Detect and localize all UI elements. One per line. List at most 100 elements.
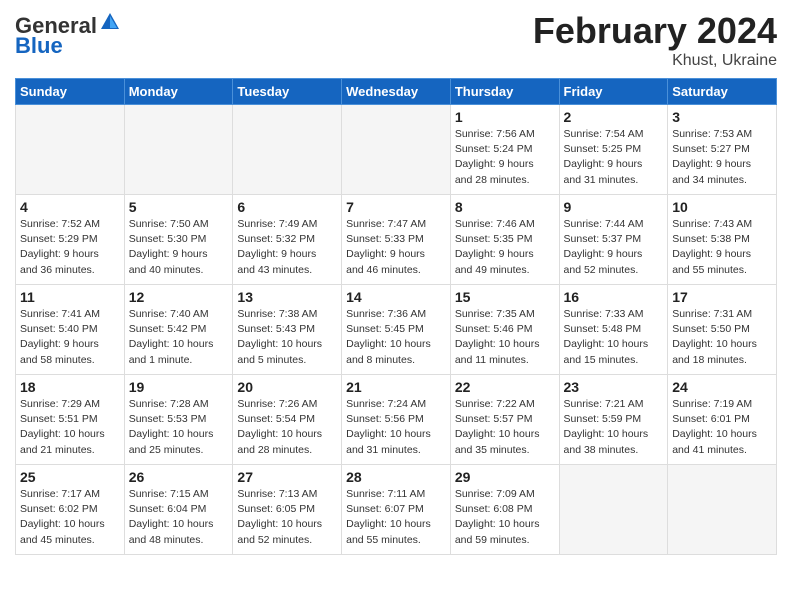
calendar-cell: 18 Sunrise: 7:29 AM Sunset: 5:51 PM Dayli… (16, 375, 125, 465)
day-number: 20 (237, 379, 337, 395)
day-info: Sunrise: 7:15 AM Sunset: 6:04 PM Dayligh… (129, 487, 229, 548)
day-info: Sunrise: 7:44 AM Sunset: 5:37 PM Dayligh… (564, 217, 664, 278)
day-info: Sunrise: 7:26 AM Sunset: 5:54 PM Dayligh… (237, 397, 337, 458)
day-info: Sunrise: 7:11 AM Sunset: 6:07 PM Dayligh… (346, 487, 446, 548)
calendar-cell: 6 Sunrise: 7:49 AM Sunset: 5:32 PM Daylig… (233, 195, 342, 285)
day-info: Sunrise: 7:56 AM Sunset: 5:24 PM Dayligh… (455, 127, 555, 188)
calendar-cell (124, 105, 233, 195)
calendar-cell: 16Sunrise: 7:33 AM Sunset: 5:48 PM Dayli… (559, 285, 668, 375)
day-info: Sunrise: 7:29 AM Sunset: 5:51 PM Dayligh… (20, 397, 120, 458)
day-number: 3 (672, 109, 772, 125)
day-number: 18 (20, 379, 120, 395)
day-info: Sunrise: 7:41 AM Sunset: 5:40 PM Dayligh… (20, 307, 120, 368)
calendar-cell: 24 Sunrise: 7:19 AM Sunset: 6:01 PM Dayli… (668, 375, 777, 465)
calendar-cell: 3 Sunrise: 7:53 AM Sunset: 5:27 PM Daylig… (668, 105, 777, 195)
day-number: 21 (346, 379, 446, 395)
day-number: 24 (672, 379, 772, 395)
day-info: Sunrise: 7:22 AM Sunset: 5:57 PM Dayligh… (455, 397, 555, 458)
day-info: Sunrise: 7:52 AM Sunset: 5:29 PM Dayligh… (20, 217, 120, 278)
calendar-cell: 4 Sunrise: 7:52 AM Sunset: 5:29 PM Daylig… (16, 195, 125, 285)
calendar-week-3: 11 Sunrise: 7:41 AM Sunset: 5:40 PM Dayli… (16, 285, 777, 375)
calendar-cell: 7 Sunrise: 7:47 AM Sunset: 5:33 PM Daylig… (342, 195, 451, 285)
calendar-cell: 29Sunrise: 7:09 AM Sunset: 6:08 PM Dayli… (450, 465, 559, 555)
calendar-cell: 10 Sunrise: 7:43 AM Sunset: 5:38 PM Dayli… (668, 195, 777, 285)
day-info: Sunrise: 7:17 AM Sunset: 6:02 PM Dayligh… (20, 487, 120, 548)
calendar-cell: 19 Sunrise: 7:28 AM Sunset: 5:53 PM Dayli… (124, 375, 233, 465)
calendar-cell (342, 105, 451, 195)
day-info: Sunrise: 7:13 AM Sunset: 6:05 PM Dayligh… (237, 487, 337, 548)
day-header-sunday: Sunday (16, 79, 125, 105)
day-header-thursday: Thursday (450, 79, 559, 105)
title-block: February 2024 Khust, Ukraine (533, 10, 777, 70)
calendar-cell: 8 Sunrise: 7:46 AM Sunset: 5:35 PM Daylig… (450, 195, 559, 285)
day-number: 2 (564, 109, 664, 125)
day-number: 5 (129, 199, 229, 215)
day-number: 25 (20, 469, 120, 485)
day-info: Sunrise: 7:09 AM Sunset: 6:08 PM Dayligh… (455, 487, 555, 548)
calendar-title: February 2024 (533, 10, 777, 52)
logo: General Blue (15, 14, 121, 58)
calendar-cell: 22 Sunrise: 7:22 AM Sunset: 5:57 PM Dayli… (450, 375, 559, 465)
day-info: Sunrise: 7:28 AM Sunset: 5:53 PM Dayligh… (129, 397, 229, 458)
day-number: 4 (20, 199, 120, 215)
day-number: 22 (455, 379, 555, 395)
day-info: Sunrise: 7:33 AM Sunset: 5:48 PM Dayligh… (564, 307, 664, 368)
day-header-monday: Monday (124, 79, 233, 105)
day-info: Sunrise: 7:36 AM Sunset: 5:45 PM Dayligh… (346, 307, 446, 368)
calendar-cell: 28 Sunrise: 7:11 AM Sunset: 6:07 PM Dayli… (342, 465, 451, 555)
day-number: 28 (346, 469, 446, 485)
calendar-week-4: 18 Sunrise: 7:29 AM Sunset: 5:51 PM Dayli… (16, 375, 777, 465)
calendar-cell: 15Sunrise: 7:35 AM Sunset: 5:46 PM Dayli… (450, 285, 559, 375)
day-number: 10 (672, 199, 772, 215)
calendar-cell: 20 Sunrise: 7:26 AM Sunset: 5:54 PM Dayli… (233, 375, 342, 465)
day-info: Sunrise: 7:21 AM Sunset: 5:59 PM Dayligh… (564, 397, 664, 458)
calendar-cell: 12Sunrise: 7:40 AM Sunset: 5:42 PM Dayli… (124, 285, 233, 375)
calendar-cell: 14 Sunrise: 7:36 AM Sunset: 5:45 PM Dayli… (342, 285, 451, 375)
calendar-cell: 9Sunrise: 7:44 AM Sunset: 5:37 PM Daylig… (559, 195, 668, 285)
calendar-table: SundayMondayTuesdayWednesdayThursdayFrid… (15, 78, 777, 555)
calendar-location: Khust, Ukraine (533, 52, 777, 70)
day-number: 11 (20, 289, 120, 305)
calendar-week-5: 25 Sunrise: 7:17 AM Sunset: 6:02 PM Dayli… (16, 465, 777, 555)
calendar-cell: 21Sunrise: 7:24 AM Sunset: 5:56 PM Dayli… (342, 375, 451, 465)
calendar-header-row: SundayMondayTuesdayWednesdayThursdayFrid… (16, 79, 777, 105)
day-info: Sunrise: 7:38 AM Sunset: 5:43 PM Dayligh… (237, 307, 337, 368)
calendar-cell: 25 Sunrise: 7:17 AM Sunset: 6:02 PM Dayli… (16, 465, 125, 555)
calendar-cell (233, 105, 342, 195)
day-info: Sunrise: 7:49 AM Sunset: 5:32 PM Dayligh… (237, 217, 337, 278)
day-number: 15 (455, 289, 555, 305)
day-info: Sunrise: 7:43 AM Sunset: 5:38 PM Dayligh… (672, 217, 772, 278)
day-number: 14 (346, 289, 446, 305)
day-info: Sunrise: 7:47 AM Sunset: 5:33 PM Dayligh… (346, 217, 446, 278)
day-number: 19 (129, 379, 229, 395)
day-header-wednesday: Wednesday (342, 79, 451, 105)
day-number: 23 (564, 379, 664, 395)
day-header-tuesday: Tuesday (233, 79, 342, 105)
day-info: Sunrise: 7:50 AM Sunset: 5:30 PM Dayligh… (129, 217, 229, 278)
day-number: 6 (237, 199, 337, 215)
calendar-cell: 26 Sunrise: 7:15 AM Sunset: 6:04 PM Dayli… (124, 465, 233, 555)
day-info: Sunrise: 7:19 AM Sunset: 6:01 PM Dayligh… (672, 397, 772, 458)
calendar-cell: 2 Sunrise: 7:54 AM Sunset: 5:25 PM Daylig… (559, 105, 668, 195)
calendar-cell (559, 465, 668, 555)
day-number: 27 (237, 469, 337, 485)
day-info: Sunrise: 7:54 AM Sunset: 5:25 PM Dayligh… (564, 127, 664, 188)
calendar-week-1: 1 Sunrise: 7:56 AM Sunset: 5:24 PM Daylig… (16, 105, 777, 195)
page-header: General Blue February 2024 Khust, Ukrain… (15, 10, 777, 70)
day-header-saturday: Saturday (668, 79, 777, 105)
calendar-cell: 17Sunrise: 7:31 AM Sunset: 5:50 PM Dayli… (668, 285, 777, 375)
logo-icon (99, 11, 121, 33)
calendar-cell: 23 Sunrise: 7:21 AM Sunset: 5:59 PM Dayli… (559, 375, 668, 465)
calendar-cell: 13Sunrise: 7:38 AM Sunset: 5:43 PM Dayli… (233, 285, 342, 375)
calendar-cell: 27 Sunrise: 7:13 AM Sunset: 6:05 PM Dayli… (233, 465, 342, 555)
day-info: Sunrise: 7:53 AM Sunset: 5:27 PM Dayligh… (672, 127, 772, 188)
day-number: 8 (455, 199, 555, 215)
day-info: Sunrise: 7:31 AM Sunset: 5:50 PM Dayligh… (672, 307, 772, 368)
day-number: 26 (129, 469, 229, 485)
day-number: 12 (129, 289, 229, 305)
calendar-cell: 11 Sunrise: 7:41 AM Sunset: 5:40 PM Dayli… (16, 285, 125, 375)
day-info: Sunrise: 7:46 AM Sunset: 5:35 PM Dayligh… (455, 217, 555, 278)
day-number: 7 (346, 199, 446, 215)
calendar-cell (668, 465, 777, 555)
day-number: 1 (455, 109, 555, 125)
